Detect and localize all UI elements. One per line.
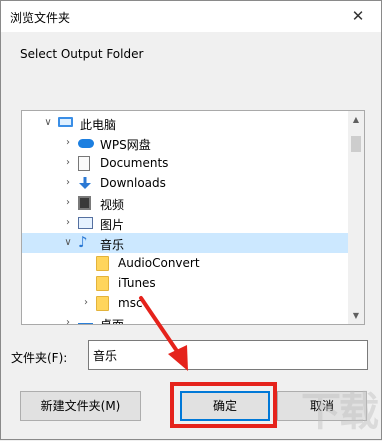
annotation-arrow-icon xyxy=(139,296,188,371)
browse-folder-dialog: 浏览文件夹 ✕ Select Output Folder ∨ 此电脑 › WPS网盘 ›… xyxy=(0,0,382,440)
watermark: 下载 xyxy=(301,389,379,435)
